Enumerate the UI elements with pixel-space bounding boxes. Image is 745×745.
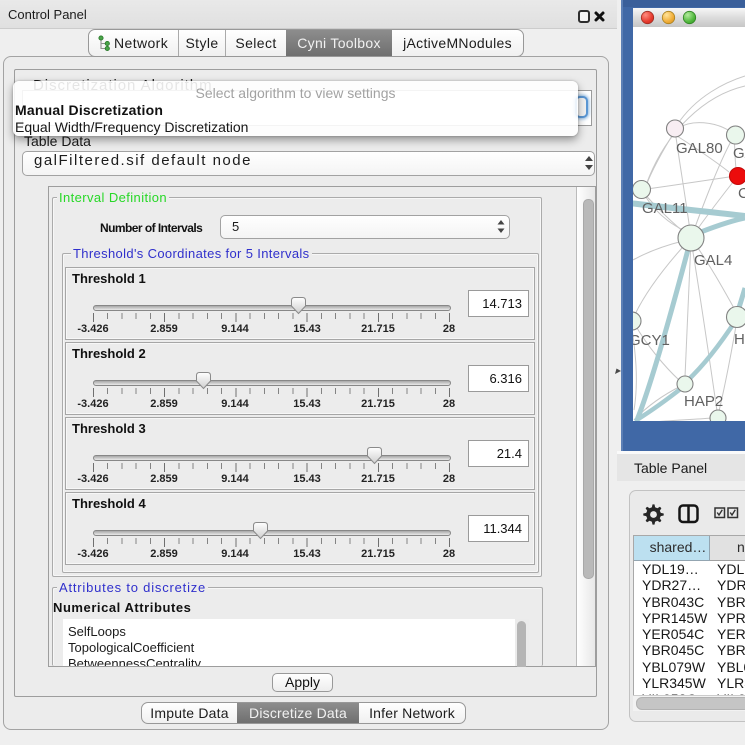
svg-text:GAL80: GAL80 — [676, 140, 723, 157]
svg-text:HA: HA — [734, 331, 745, 348]
svg-text:CD: CD — [738, 185, 745, 202]
svg-text:GA: GA — [733, 145, 745, 162]
svg-text:GCY1: GCY1 — [629, 332, 670, 349]
svg-text:GAL11: GAL11 — [642, 200, 688, 217]
svg-text:GAL4: GAL4 — [694, 252, 732, 269]
svg-text:HAP2: HAP2 — [684, 393, 723, 410]
